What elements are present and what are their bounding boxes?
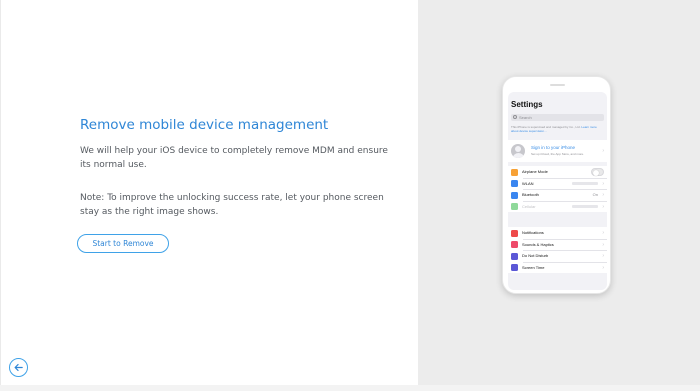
toggle-switch	[591, 168, 604, 176]
settings-group-general: Notifications › Sounds & Haptics › Do No…	[508, 227, 607, 273]
phone-screen: Settings Search This iPhone is supervise…	[508, 92, 607, 290]
notifications-icon	[511, 229, 518, 237]
note-text: Note: To improve the unlocking success r…	[80, 193, 384, 217]
avatar	[511, 144, 525, 158]
settings-row: Cellular ›	[508, 200, 607, 213]
blurred-value	[572, 205, 598, 208]
chevron-right-icon: ›	[602, 148, 604, 154]
window-bottom-edge	[0, 385, 700, 391]
sign-in-title: Sign in to your iPhone	[531, 145, 576, 150]
settings-search: Search	[511, 114, 604, 121]
wifi-icon	[511, 180, 518, 187]
hourglass-icon	[511, 264, 518, 271]
settings-row: Screen Time ›	[508, 261, 607, 274]
start-to-remove-button[interactable]: Start to Remove	[77, 234, 169, 253]
sounds-icon	[511, 241, 518, 248]
phone-speaker	[550, 84, 565, 86]
preview-pane: Settings Search This iPhone is supervise…	[418, 0, 700, 385]
chevron-right-icon: ›	[602, 180, 604, 187]
moon-icon	[511, 252, 518, 260]
supervision-notice: This iPhone is supervised and managed by…	[511, 125, 597, 133]
search-icon	[513, 115, 517, 119]
search-placeholder: Search	[519, 114, 532, 120]
sign-in-row: Sign in to your iPhone Set up iCloud, th…	[508, 140, 607, 162]
phone-illustration: Settings Search This iPhone is supervise…	[502, 76, 611, 294]
cellular-icon	[511, 203, 518, 210]
settings-row: Do Not Disturb ›	[508, 250, 607, 262]
settings-row: Airplane Mode	[508, 166, 607, 178]
settings-row: WLAN ›	[508, 177, 607, 190]
bluetooth-icon	[511, 191, 518, 199]
chevron-right-icon: ›	[602, 253, 604, 259]
chevron-right-icon: ›	[602, 230, 604, 236]
blurred-value	[572, 182, 598, 185]
chevron-right-icon: ›	[602, 264, 604, 271]
page-title: Remove mobile device management	[80, 117, 329, 133]
chevron-right-icon: ›	[602, 203, 604, 210]
app-window: Remove mobile device management We will …	[0, 0, 700, 385]
sign-in-subtitle: Set up iCloud, the App Store, and more.	[531, 152, 585, 156]
settings-row: Notifications ›	[508, 227, 607, 239]
airplane-icon	[511, 168, 518, 176]
chevron-right-icon: ›	[602, 241, 604, 248]
content-pane: Remove mobile device management We will …	[0, 0, 418, 385]
settings-group-connectivity: Airplane Mode WLAN › Bluetooth On › Cell…	[508, 166, 607, 212]
description-text: We will help your iOS device to complete…	[80, 146, 388, 170]
chevron-right-icon: ›	[602, 192, 604, 198]
settings-row: Bluetooth On ›	[508, 189, 607, 201]
back-button[interactable]	[9, 358, 28, 377]
settings-row: Sounds & Haptics ›	[508, 238, 607, 251]
settings-title: Settings	[511, 100, 543, 109]
arrow-left-icon	[14, 363, 23, 372]
